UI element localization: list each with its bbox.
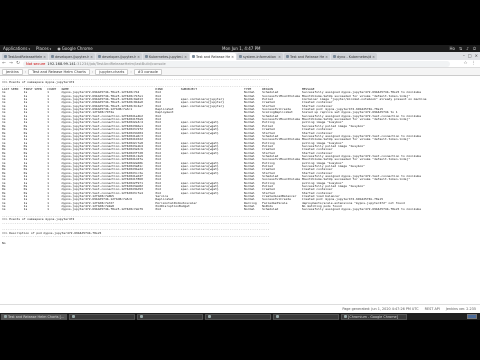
toolbar-actions: ☆ ⋮	[463, 61, 476, 66]
console-output: ----------------------------------------…	[2, 78, 478, 304]
network-icon[interactable]: ⇅	[459, 46, 462, 51]
tab-label: Test and Release Helm Ch...	[196, 54, 231, 59]
workspace-switcher[interactable]	[467, 314, 477, 319]
menu-icon[interactable]: ⋮	[472, 61, 477, 66]
places-menu[interactable]: Places ▾	[33, 46, 54, 51]
top-panel: Applications ▾ Places ▾ ◉ Google Chrome …	[0, 45, 480, 52]
close-icon[interactable]: ×	[90, 55, 93, 59]
taskbar: Test and Release Helm Charts [... [Chrom…	[0, 313, 480, 320]
browser-tab[interactable]: dyno - Kubernetes/debootstrap... ×	[331, 53, 377, 60]
star-icon[interactable]: ☆	[463, 61, 467, 66]
breadcrumb-item[interactable]: #3 console	[133, 68, 162, 75]
favicon-icon	[145, 55, 148, 58]
close-icon[interactable]: ×	[372, 55, 375, 59]
url-host: 192.168.99.141	[47, 61, 76, 66]
power-icon[interactable]: ⏻	[473, 46, 476, 51]
window-icon	[140, 315, 143, 318]
tab-label: dyno - Kubernetes/debootstrap...	[337, 54, 372, 59]
breadcrumb-item[interactable]: jupyter-charts	[95, 68, 129, 75]
chevron-down-icon: ▾	[28, 46, 30, 51]
console-line: No	[2, 241, 6, 245]
browser-toolbar: ← → ↻ Not secure 192.168.99.141:31234/jo…	[0, 60, 480, 68]
taskbar-item[interactable]	[205, 313, 271, 320]
applications-label: Applications	[3, 46, 28, 51]
window-icon	[4, 315, 7, 318]
page-footer: Page generated: Jun 1, 2020 4:47:26 PM U…	[0, 304, 480, 313]
not-secure-label: Not secure	[26, 61, 46, 66]
taskbar-item[interactable]: Test and Release Helm Charts [...	[1, 313, 67, 320]
breadcrumb-separator-icon: ›	[91, 69, 94, 74]
window-controls: – □ ×	[463, 53, 478, 58]
tab-label: Kubernetes-jupyter-helm (Je...	[149, 54, 183, 59]
taskbar-item[interactable]	[137, 313, 203, 320]
clock[interactable]: Mon Jun 1, 4:47 PM	[222, 45, 260, 52]
favicon-icon	[239, 55, 242, 58]
window-icon	[72, 315, 75, 318]
tab-strip: TestAndReleaseHelm #2 [Jenkins] × develo…	[0, 52, 480, 60]
breadcrumb-separator-icon: ›	[24, 69, 27, 74]
browser-tab[interactable]: system-information (yaml... ×	[237, 53, 283, 60]
address-bar[interactable]: Not secure 192.168.99.141:31234/job/Test…	[23, 60, 450, 67]
active-app-menu[interactable]: ◉ Google Chrome	[54, 46, 96, 51]
browser-tab[interactable]: developer-/jupyter-helm / ch... ×	[49, 53, 95, 60]
jenkins-version-link[interactable]: Jenkins ver. 2.235	[446, 307, 476, 311]
window-icon	[344, 315, 347, 318]
favicon-icon	[4, 55, 7, 58]
breadcrumb-item[interactable]: Test and Release Helm Charts	[28, 68, 90, 75]
favicon-icon	[192, 55, 195, 58]
places-label: Places	[35, 46, 49, 51]
tab-label: developer-/jupyter-helm / ch...	[102, 54, 137, 59]
close-icon[interactable]: ×	[137, 55, 140, 59]
browser-tab[interactable]: developer-/jupyter-helm / ch... ×	[96, 53, 142, 60]
back-icon[interactable]: ←	[2, 61, 6, 66]
taskbar-item[interactable]	[273, 313, 339, 320]
rest-api-link[interactable]: REST API	[425, 307, 440, 311]
tab-label: developer-/jupyter-helm / ch...	[55, 54, 90, 59]
forward-icon[interactable]: →	[9, 61, 13, 66]
close-icon[interactable]: ×	[231, 55, 234, 59]
browser-tab-active[interactable]: Test and Release Helm Ch... ×	[190, 53, 236, 60]
browser-tab[interactable]: Kubernetes-jupyter-helm (Je... ×	[143, 53, 189, 60]
favicon-icon	[51, 55, 54, 58]
active-app-label: Google Chrome	[61, 46, 93, 51]
tab-label: system-information (yaml...	[243, 54, 277, 59]
favicon-icon	[333, 55, 336, 58]
minimize-icon[interactable]: –	[463, 53, 465, 58]
maximize-icon[interactable]: □	[468, 53, 472, 58]
chevron-down-icon: ▾	[49, 46, 52, 51]
applications-menu[interactable]: Applications ▾	[0, 46, 33, 51]
browser-tab[interactable]: TestAndReleaseHelm #2 [Jenkins] ×	[2, 53, 48, 60]
favicon-icon	[286, 55, 289, 58]
window-icon	[276, 315, 279, 318]
browser-tab[interactable]: Test and Release Helm Cha... ×	[284, 53, 330, 60]
panel-status-area: Ho ⇅ ♪ ⏻	[449, 45, 476, 52]
close-icon[interactable]: ×	[184, 55, 187, 59]
taskbar-item-label: [Chromium - Google Chrome]	[348, 314, 398, 319]
screen: Applications ▾ Places ▾ ◉ Google Chrome …	[0, 0, 480, 360]
close-window-icon[interactable]: ×	[475, 53, 478, 58]
window-icon	[208, 315, 211, 318]
tab-label: Test and Release Helm Cha...	[290, 54, 325, 59]
page-generated-label: Page generated: Jun 1, 2020 4:47:26 PM U…	[342, 307, 419, 311]
clock-label: Mon Jun 1, 4:47 PM	[222, 46, 261, 51]
volume-icon[interactable]: ♪	[466, 46, 469, 51]
close-icon[interactable]: ×	[43, 55, 46, 59]
taskbar-item-label: Test and Release Helm Charts [...	[8, 314, 65, 319]
browser-window: TestAndReleaseHelm #2 [Jenkins] × develo…	[0, 52, 480, 313]
tab-label: TestAndReleaseHelm #2 [Jenkins]	[8, 54, 43, 59]
url-path: :31234/job/TestAndReleaseHelm/lastBuild/…	[75, 61, 166, 66]
close-icon[interactable]: ×	[278, 55, 281, 59]
taskbar-item[interactable]	[69, 313, 135, 320]
close-icon[interactable]: ×	[325, 55, 328, 59]
user-label[interactable]: Ho	[449, 46, 454, 51]
chrome-icon: ◉	[57, 46, 61, 51]
taskbar-item[interactable]: [Chromium - Google Chrome]	[341, 313, 407, 320]
breadcrumb-separator-icon: ›	[130, 69, 132, 74]
breadcrumb-item[interactable]: Jenkins	[2, 68, 23, 75]
favicon-icon	[98, 55, 101, 58]
console-line: 1s 1s 1 mypns-jupyter472-69b4d5f4b-f8sz5…	[2, 208, 422, 212]
reload-icon[interactable]: ↻	[16, 61, 20, 66]
breadcrumb: Jenkins › Test and Release Helm Charts ›…	[0, 68, 480, 76]
